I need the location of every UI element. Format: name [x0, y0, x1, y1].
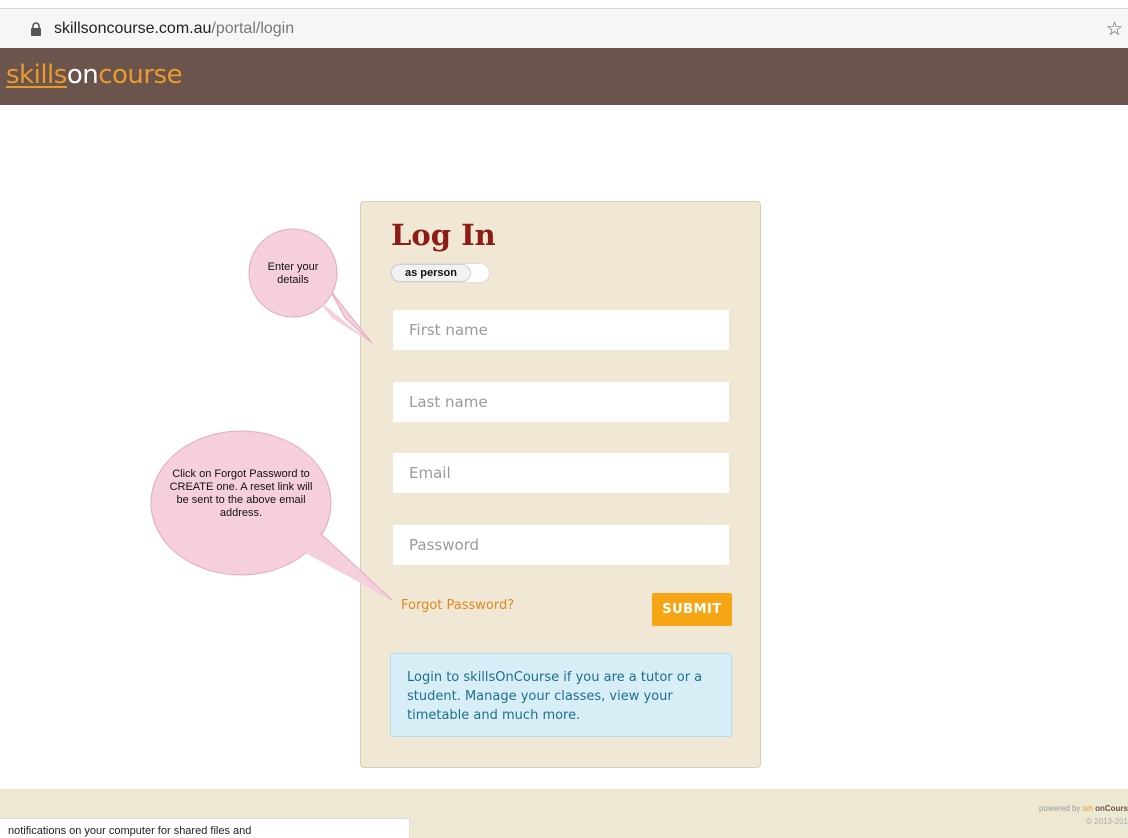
site-logo[interactable]: skillsoncourse: [6, 60, 183, 90]
powered-by[interactable]: powered by ish onCours: [1039, 804, 1128, 813]
bubble-details-text: Enter your details: [250, 261, 336, 287]
bubble-forgot-line-4: address.: [219, 507, 263, 519]
last-name-input[interactable]: [393, 382, 729, 422]
powered-prefix: powered by: [1039, 804, 1081, 813]
first-name-input[interactable]: [393, 310, 729, 350]
logo-course: course: [98, 60, 183, 90]
bubble-details-line-1: Enter your: [267, 261, 319, 273]
powered-oncourse: onCours: [1095, 804, 1128, 813]
forgot-password-link[interactable]: Forgot Password?: [401, 598, 514, 613]
lock-icon: [31, 22, 41, 36]
site-header: skillsoncourse: [0, 48, 1128, 105]
bubble-forgot-line-2: CREATE one. A reset link will: [169, 481, 313, 493]
powered-ish: ish: [1082, 804, 1093, 813]
logo-skills: skills: [6, 60, 67, 90]
notification-popup[interactable]: notifications on your computer for share…: [0, 818, 410, 838]
browser-address-bar[interactable]: skillsoncourse.com.au/portal/login ☆: [0, 8, 1128, 48]
login-info-box: Login to skillsOnCourse if you are a tut…: [390, 653, 732, 737]
notification-text: notifications on your computer for share…: [8, 825, 252, 837]
login-type-toggle[interactable]: as person: [390, 263, 490, 283]
bubble-forgot-line-3: be sent to the above email: [176, 494, 306, 506]
password-input[interactable]: [393, 525, 729, 565]
copyright: © 2013-201: [1086, 817, 1128, 826]
url-host: skillsoncourse.com.au: [54, 20, 212, 37]
login-title: Log In: [391, 218, 496, 252]
bookmark-star-icon[interactable]: ☆: [1106, 18, 1123, 41]
email-input[interactable]: [393, 453, 729, 493]
logo-on: on: [66, 60, 99, 90]
url-text[interactable]: skillsoncourse.com.au/portal/login: [54, 20, 294, 38]
login-card: Log In as person Forgot Password? SUBMIT…: [360, 201, 761, 768]
toggle-as-person[interactable]: as person: [391, 264, 471, 282]
bubble-forgot-text: Click on Forgot Password to CREATE one. …: [151, 468, 331, 520]
submit-button[interactable]: SUBMIT: [652, 593, 732, 626]
bubble-details-line-2: details: [277, 274, 309, 286]
bubble-forgot-line-1: Click on Forgot Password to: [172, 468, 310, 480]
url-path: /portal/login: [211, 20, 295, 37]
